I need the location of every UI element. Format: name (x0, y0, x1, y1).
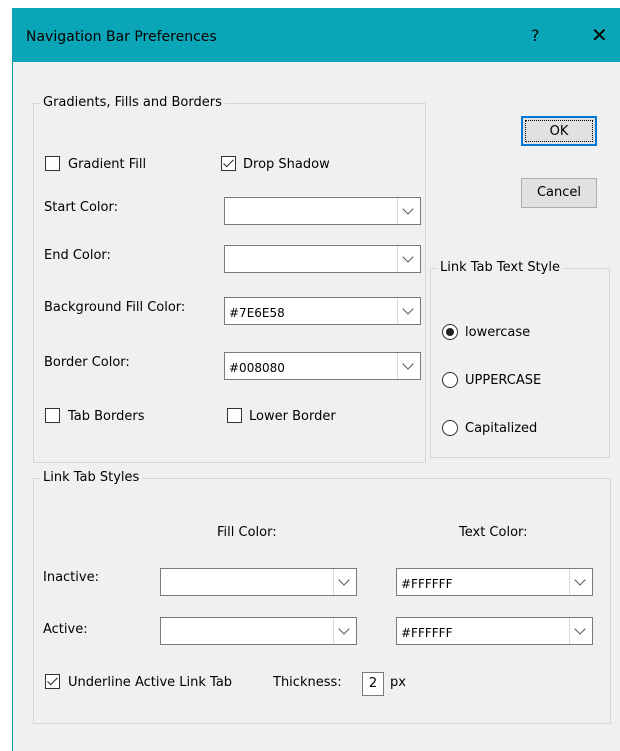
border-color-value: #008080 (229, 361, 285, 375)
radio-uppercase-label: UPPERCASE (465, 373, 542, 388)
chevron-down-icon[interactable] (333, 618, 356, 644)
active-fill-select[interactable] (160, 617, 357, 645)
underline-active-checkbox[interactable] (45, 674, 60, 689)
background-fill-select[interactable]: #7E6E58 (224, 297, 421, 325)
drop-shadow-checkbox[interactable] (221, 156, 236, 171)
background-fill-label: Background Fill Color: (44, 300, 186, 315)
text-style-legend: Link Tab Text Style (437, 260, 563, 275)
cancel-button-label: Cancel (536, 185, 582, 200)
end-color-label: End Color: (44, 248, 111, 263)
drop-shadow-label: Drop Shadow (243, 157, 330, 172)
window-title: Navigation Bar Preferences (26, 29, 217, 45)
gradients-group: Gradients, Fills and Borders Gradient Fi… (33, 95, 426, 463)
text-style-group: Link Tab Text Style lowercase UPPERCASE … (430, 260, 610, 458)
underline-active-label: Underline Active Link Tab (68, 675, 233, 690)
active-label: Active: (43, 622, 88, 637)
chevron-down-icon[interactable] (569, 618, 592, 644)
radio-capitalized-label: Capitalized (465, 421, 538, 436)
inactive-label: Inactive: (43, 570, 99, 585)
tab-borders-label: Tab Borders (68, 409, 145, 424)
chevron-down-icon[interactable] (397, 198, 420, 224)
inactive-text-select[interactable]: #FFFFFF (396, 568, 593, 596)
gradients-legend: Gradients, Fills and Borders (40, 95, 225, 110)
radio-capitalized[interactable] (442, 420, 458, 436)
inactive-text-value: #FFFFFF (401, 577, 453, 591)
help-icon[interactable]: ? (531, 26, 540, 45)
border-color-select[interactable]: #008080 (224, 352, 421, 380)
ok-button-label: OK (549, 124, 569, 139)
border-color-label: Border Color: (44, 355, 130, 370)
radio-uppercase[interactable] (442, 372, 458, 388)
active-text-value: #FFFFFF (401, 626, 453, 640)
fill-color-header: Fill Color: (217, 525, 277, 540)
cancel-button[interactable]: Cancel (521, 178, 597, 208)
start-color-label: Start Color: (44, 200, 118, 215)
ok-button[interactable]: OK (521, 116, 597, 146)
radio-lowercase-label: lowercase (465, 325, 531, 340)
end-color-select[interactable] (224, 245, 421, 273)
gradient-fill-label: Gradient Fill (68, 157, 147, 172)
preferences-dialog: Navigation Bar Preferences ? ✕ Gradients… (12, 8, 620, 751)
gradient-fill-checkbox[interactable] (45, 156, 60, 171)
chevron-down-icon[interactable] (569, 569, 592, 595)
close-icon[interactable]: ✕ (591, 23, 608, 47)
thickness-input[interactable]: 2 (362, 672, 384, 696)
lower-border-label: Lower Border (249, 409, 336, 424)
background-fill-value: #7E6E58 (229, 306, 285, 320)
lower-border-checkbox[interactable] (227, 408, 242, 423)
title-bar: Navigation Bar Preferences ? ✕ (13, 8, 620, 62)
chevron-down-icon[interactable] (397, 353, 420, 379)
chevron-down-icon[interactable] (333, 569, 356, 595)
tab-borders-checkbox[interactable] (45, 408, 60, 423)
thickness-unit: px (390, 675, 406, 690)
start-color-select[interactable] (224, 197, 421, 225)
active-text-select[interactable]: #FFFFFF (396, 617, 593, 645)
chevron-down-icon[interactable] (397, 246, 420, 272)
thickness-label: Thickness: (273, 675, 342, 690)
chevron-down-icon[interactable] (397, 298, 420, 324)
inactive-fill-select[interactable] (160, 568, 357, 596)
text-color-header: Text Color: (459, 525, 528, 540)
link-tab-styles-legend: Link Tab Styles (40, 470, 143, 485)
link-tab-styles-group: Link Tab Styles Fill Color: Text Color: … (33, 470, 611, 724)
radio-lowercase[interactable] (442, 324, 458, 340)
